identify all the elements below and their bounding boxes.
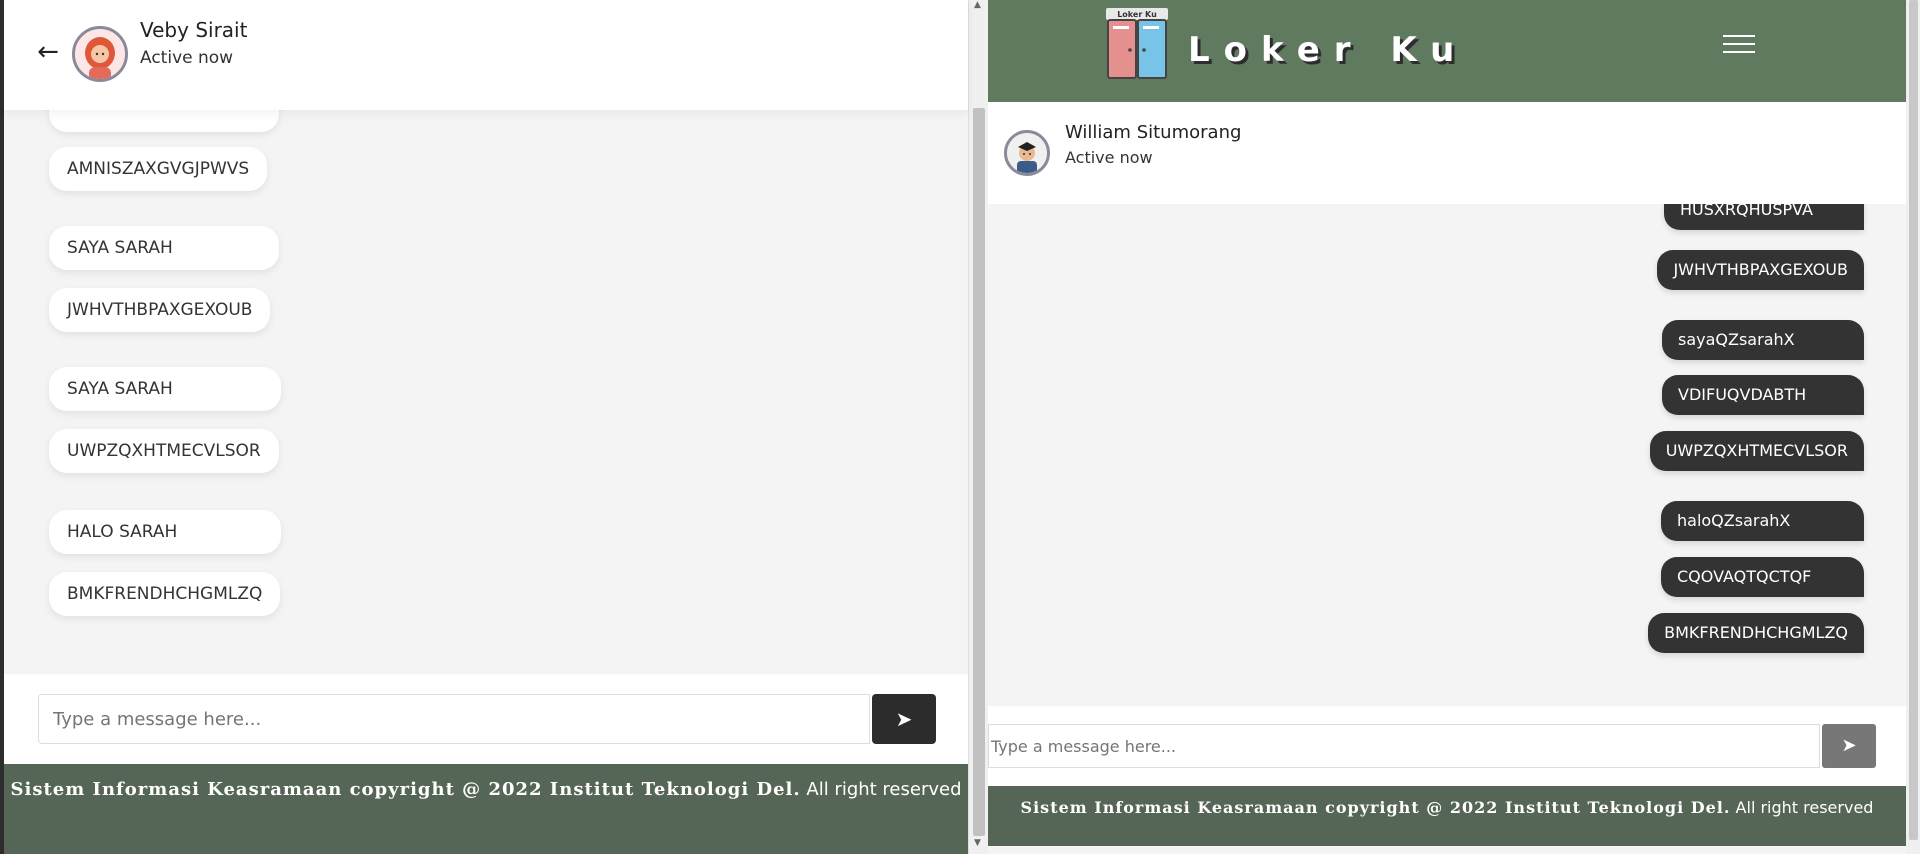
avatar — [1004, 130, 1050, 176]
chat-header: ← Veby Sirait Active now — [4, 0, 968, 110]
navbar: Loker Ku Loker Ku — [988, 0, 1906, 102]
footer-copyright: Sistem Informasi Keasramaan copyright @ … — [1020, 798, 1731, 817]
message-composer: ➤ — [988, 706, 1906, 786]
message-list[interactable]: AMNISZAXGVGJPWVS SAYA SARAH JWHVTHBPAXGE… — [4, 110, 968, 670]
incoming-message: UWPZQXHTMECVLSOR — [49, 429, 279, 473]
outgoing-message: CQOVAQTQCTQF — [1661, 557, 1864, 597]
contact-status: Active now — [1065, 148, 1153, 167]
svg-text:Loker Ku: Loker Ku — [1117, 10, 1157, 19]
locker-logo-icon[interactable]: Loker Ku — [1106, 8, 1168, 80]
scrollbar[interactable] — [1906, 0, 1920, 854]
incoming-message: HALO SARAH — [49, 510, 281, 554]
contact-status: Active now — [140, 48, 234, 68]
incoming-message: BMKFRENDHCHGMLZQ — [49, 572, 281, 616]
paper-plane-icon: ➤ — [1841, 735, 1857, 756]
scroll-down-icon[interactable]: ▼ — [974, 838, 981, 848]
outgoing-message: UWPZQXHTMECVLSOR — [1649, 431, 1864, 471]
message-input[interactable] — [38, 694, 870, 744]
message-list[interactable]: HUSXRQHUSPVA JWHVTHBPAXGEXOUB sayaQZsara… — [988, 204, 1906, 706]
footer-reserved: All right reserved — [806, 779, 962, 800]
outgoing-message: sayaQZsarahX — [1662, 320, 1864, 360]
scroll-up-icon[interactable]: ▲ — [974, 0, 981, 10]
paper-plane-icon: ➤ — [895, 707, 913, 731]
message-composer: ➤ — [4, 674, 968, 764]
woman-avatar-icon — [75, 29, 125, 79]
scrollbar[interactable]: ▲ ▼ — [968, 0, 988, 854]
send-button[interactable]: ➤ — [872, 694, 936, 744]
scrollbar-thumb[interactable] — [973, 108, 985, 836]
outgoing-message: BMKFRENDHCHGMLZQ — [1648, 613, 1864, 653]
right-chat-window: Loker Ku Loker Ku William Situmorang Act… — [988, 0, 1906, 854]
footer-copyright: Sistem Informasi Keasramaan copyright @ … — [10, 779, 801, 800]
footer-reserved: All right reserved — [1735, 798, 1874, 817]
incoming-message: SAYA SARAH — [49, 367, 281, 411]
left-chat-window: ← Veby Sirait Active now AMNISZAXGVGJPWV… — [0, 0, 988, 854]
outgoing-message: haloQZsarahX — [1661, 501, 1864, 541]
hamburger-menu-icon[interactable] — [1723, 35, 1755, 55]
footer: Sistem Informasi Keasramaan copyright @ … — [4, 764, 968, 854]
avatar — [72, 26, 128, 82]
send-button[interactable]: ➤ — [1822, 724, 1876, 768]
scrollbar-thumb[interactable] — [1909, 0, 1918, 840]
incoming-message: AMNISZAXGVGJPWVS — [49, 147, 268, 191]
incoming-message: SAYA SARAH — [49, 226, 279, 270]
outgoing-message: VDIFUQVDABTH — [1662, 375, 1864, 415]
contact-name: Veby Sirait — [140, 18, 248, 42]
outgoing-message: HUSXRQHUSPVA — [1664, 204, 1864, 230]
incoming-message-partial — [49, 110, 279, 132]
arrow-left-icon[interactable]: ← — [34, 38, 62, 66]
footer: Sistem Informasi Keasramaan copyright @ … — [988, 786, 1906, 846]
chat-header: William Situmorang Active now — [988, 102, 1906, 204]
outgoing-message: JWHVTHBPAXGEXOUB — [1657, 250, 1864, 290]
app-logo-text[interactable]: Loker Ku — [1188, 30, 1468, 70]
message-input[interactable] — [988, 724, 1820, 768]
man-avatar-icon — [1007, 133, 1047, 173]
contact-name: William Situmorang — [1065, 122, 1242, 143]
incoming-message: JWHVTHBPAXGEXOUB — [49, 288, 271, 332]
